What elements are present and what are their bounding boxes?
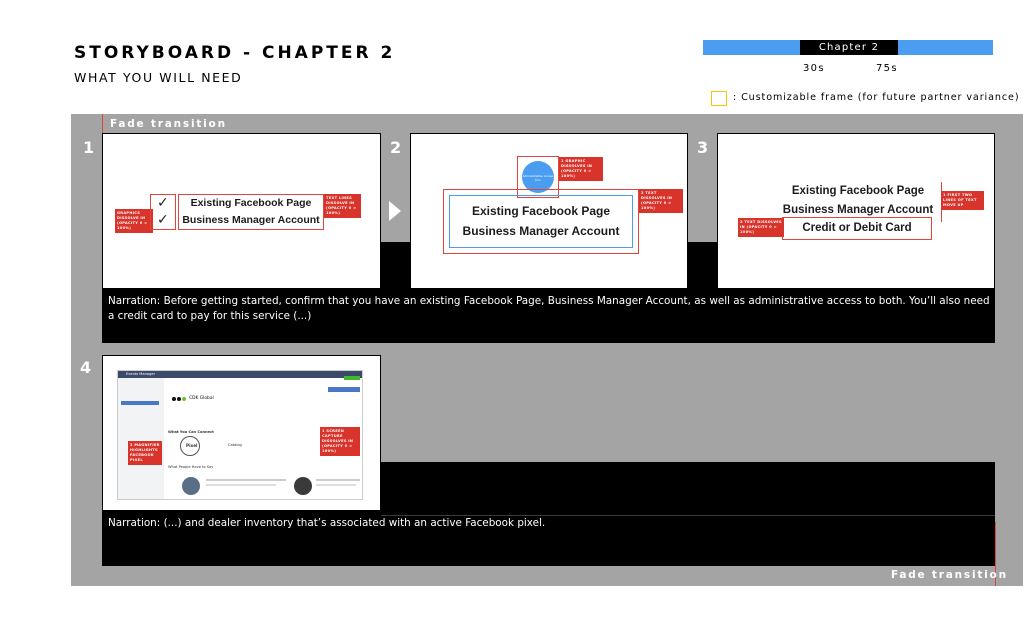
customizable-frame-legend-swatch xyxy=(711,91,727,106)
frame-number-3: 3 xyxy=(697,138,709,157)
storyboard-frame-4: Events Manager CDK Global What You Can C… xyxy=(102,355,381,511)
reviewer-avatar xyxy=(294,477,312,495)
fade-out-label: Fade transition xyxy=(891,569,1008,581)
check-icon: ✓ xyxy=(157,195,169,211)
events-manager-screenshot: Events Manager CDK Global What You Can C… xyxy=(117,370,363,500)
admin-access-icon-label: Administrative Access Icon xyxy=(522,174,554,182)
frame2-graphic-note: 1 GRAPHIC DISSOLVES IN (OPACITY 0 > 100%… xyxy=(559,157,603,181)
timeline-start-time: 30s xyxy=(803,63,825,74)
review-text-line xyxy=(316,484,356,486)
screenshot-pixel-label: Pixel xyxy=(186,443,198,448)
frame2-text-note: 2 TEXT DISSOLVES IN (OPACITY 0 > 100%) xyxy=(639,189,683,213)
screenshot-connect-heading: What You Can Connect xyxy=(168,430,214,434)
review-text-line xyxy=(206,484,276,486)
play-arrow-icon xyxy=(389,201,401,221)
frame-number-2: 2 xyxy=(390,138,402,157)
frame2-line1: Existing Facebook Page xyxy=(471,204,611,218)
page-subtitle: WHAT YOU WILL NEED xyxy=(74,70,243,85)
frame3-text-note: 2 TEXT DISSOLVES IN (OPACITY 0 > 100%) xyxy=(738,218,784,237)
frame3-line3: Credit or Debit Card xyxy=(802,222,912,234)
review-text-line xyxy=(316,479,360,481)
screenshot-sidebar-button xyxy=(121,401,159,405)
review-text-line xyxy=(206,479,286,481)
frame1-graphics-note: GRAPHICS DISSOLVE IN (OPACITY 0 > 100%) xyxy=(115,209,153,233)
cdk-logo-dot-icon xyxy=(177,397,181,401)
frame-number-1: 1 xyxy=(83,138,95,157)
cdk-logo-dot-icon xyxy=(172,397,176,401)
frame2-line2: Business Manager Account xyxy=(462,224,620,238)
storyboard-frame-3: Existing Facebook Page Business Manager … xyxy=(717,133,995,289)
screenshot-company: CDK Global xyxy=(189,396,214,401)
frame2-text-card xyxy=(449,195,633,248)
storyboard-frame-1: GRAPHICS DISSOLVE IN (OPACITY 0 > 100%) … xyxy=(102,133,381,289)
check-icon: ✓ xyxy=(157,212,169,228)
screenshot-green-button xyxy=(344,376,360,380)
page-title: STORYBOARD - CHAPTER 2 xyxy=(74,43,396,63)
chapter-label: Chapter 2 xyxy=(800,40,898,55)
frame1-text-note: TEXT LINES DISSOLVE IN (OPACITY 0 > 100%… xyxy=(324,194,361,218)
frame3-line1: Existing Facebook Page xyxy=(791,185,925,197)
storyboard-area: Fade transition Narration: Before gettin… xyxy=(71,114,1023,586)
frame3-line2: Business Manager Account xyxy=(782,204,934,216)
frame1-line1: Existing Facebook Page xyxy=(190,197,312,209)
screenshot-sidebar xyxy=(118,378,164,499)
screenshot-app-name: Events Manager xyxy=(126,372,156,376)
screenshot-catalog-label: Catalog xyxy=(228,443,242,447)
cdk-logo-dot-icon xyxy=(182,397,186,401)
row2-narration-text: Narration: (...) and dealer inventory th… xyxy=(108,517,546,529)
fade-in-label: Fade transition xyxy=(110,118,227,130)
frame4-capture-note: 1 SCREEN CAPTURE DISSOLVES IN (OPACITY 0… xyxy=(320,427,360,456)
storyboard-frame-2: Administrative Access Icon 1 GRAPHIC DIS… xyxy=(410,133,688,289)
legend-text: : Customizable frame (for future partner… xyxy=(733,92,1020,103)
row1-narration-text: Narration: Before getting started, confi… xyxy=(108,295,990,322)
frame3-move-note: 1 FIRST TWO LINES OF TEXT MOVE UP xyxy=(941,191,984,210)
screenshot-blue-button xyxy=(328,387,360,392)
frame1-line2: Business Manager Account xyxy=(182,214,320,226)
screenshot-people-heading: What People Have to Say xyxy=(168,465,214,469)
chapter-timeline-bar: Chapter 2 xyxy=(703,40,993,55)
reviewer-avatar xyxy=(182,477,200,495)
timeline-end-time: 75s xyxy=(876,63,898,74)
frame-number-4: 4 xyxy=(80,358,92,377)
frame4-magnifier-note: 2 MAGNIFIER HIGHLIGHTS FACEBOOK PIXEL xyxy=(128,441,162,465)
